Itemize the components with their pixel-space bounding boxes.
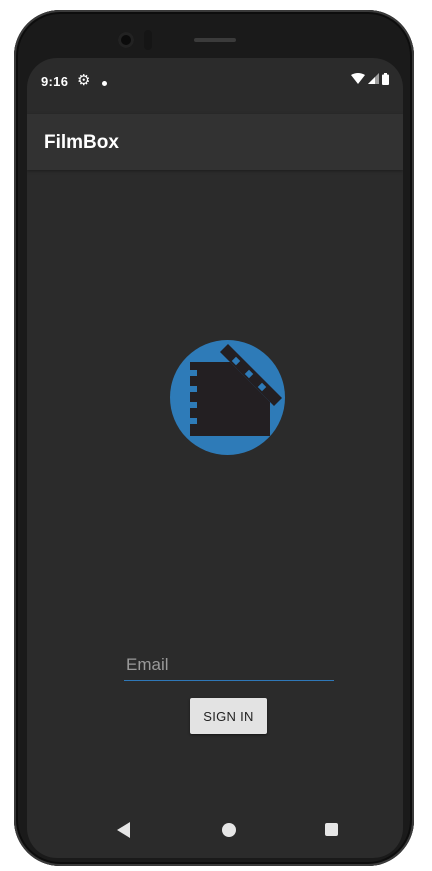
status-bar: 9:16 ⚙ xyxy=(27,58,403,114)
earpiece-speaker-icon xyxy=(194,38,236,42)
front-camera-icon xyxy=(118,32,134,48)
app-bar: FilmBox xyxy=(27,114,403,170)
phone-frame: 9:16 ⚙ FilmBox Email SIGN IN xyxy=(14,10,414,866)
app-title: FilmBox xyxy=(44,132,119,153)
status-icons xyxy=(351,73,389,85)
battery-icon xyxy=(382,73,389,85)
screen: 9:16 ⚙ FilmBox Email SIGN IN xyxy=(27,58,403,858)
back-icon[interactable] xyxy=(117,822,130,838)
navigation-bar xyxy=(27,802,403,858)
status-time: 9:16 xyxy=(41,74,69,89)
recents-icon[interactable] xyxy=(325,823,338,836)
wifi-icon xyxy=(351,73,365,84)
film-clapper-icon xyxy=(170,340,285,455)
email-field[interactable] xyxy=(124,650,334,681)
cell-signal-icon xyxy=(368,73,379,84)
proximity-sensor-icon xyxy=(144,30,152,50)
sign-in-button[interactable]: SIGN IN xyxy=(190,698,267,734)
notification-dot-icon xyxy=(102,81,107,86)
home-icon[interactable] xyxy=(222,823,236,837)
gear-icon: ⚙ xyxy=(77,72,91,89)
